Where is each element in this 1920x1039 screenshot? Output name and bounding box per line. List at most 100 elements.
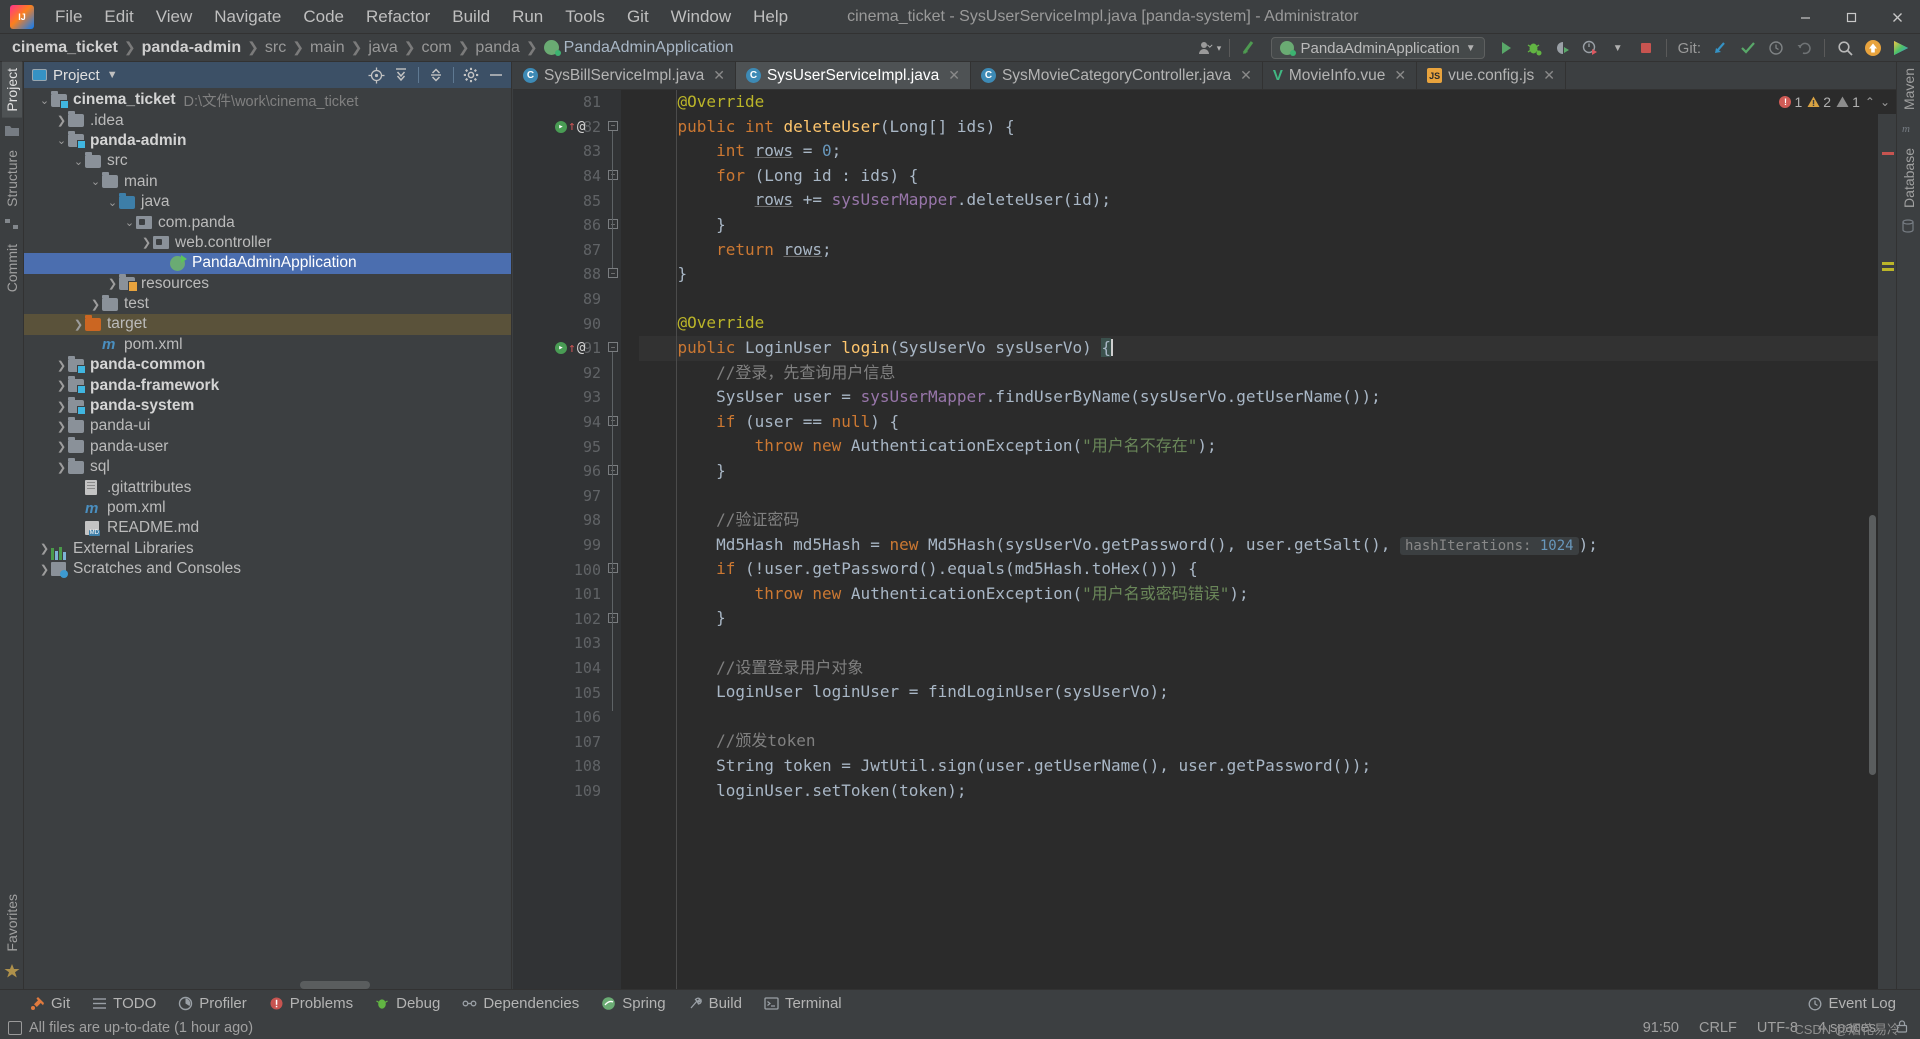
- gutter-line-108[interactable]: 108: [513, 754, 605, 779]
- chevron-up-icon[interactable]: ⌃: [1865, 95, 1875, 109]
- fold-column[interactable]: − − − − − − − − −: [605, 90, 621, 989]
- editor-tab-bar[interactable]: C SysBillServiceImpl.java ✕ C SysUserService…: [513, 62, 1896, 90]
- tree-node-test[interactable]: ❯ test: [24, 294, 511, 314]
- debug-icon[interactable]: [1521, 36, 1547, 60]
- expand-all-icon[interactable]: [390, 65, 412, 85]
- profile-icon[interactable]: [1577, 36, 1603, 60]
- file-encoding[interactable]: UTF-8: [1757, 1020, 1798, 1036]
- tree-node-target[interactable]: ❯ target: [24, 314, 511, 335]
- code-text[interactable]: @Override public int deleteUser(Long[] i…: [621, 90, 1896, 989]
- code-line-108[interactable]: String token = JwtUtil.sign(user.getUser…: [639, 754, 1896, 779]
- gutter-line-82[interactable]: ▸ ↑ @82: [513, 115, 605, 140]
- fold-collapse-icon[interactable]: −: [608, 342, 618, 352]
- breadcrumb-cinema-ticket[interactable]: cinema_ticket: [8, 37, 122, 59]
- code-line-83[interactable]: int rows = 0;: [639, 139, 1896, 164]
- tree-toggle-arrow[interactable]: ❯: [38, 542, 51, 555]
- tree-toggle-arrow[interactable]: ❯: [140, 236, 153, 249]
- git-history-icon[interactable]: [1763, 36, 1789, 60]
- annotation-icon[interactable]: @: [577, 340, 585, 356]
- run-method-icon[interactable]: ▸: [555, 342, 567, 355]
- tree-node-sql[interactable]: ❯ sql: [24, 457, 511, 477]
- locate-icon[interactable]: [365, 65, 387, 85]
- tree-node-main[interactable]: ⌄ main: [24, 172, 511, 192]
- tool-window-debug[interactable]: Debug: [365, 992, 450, 1015]
- breadcrumb-src[interactable]: src: [261, 37, 290, 59]
- override-arrow-icon[interactable]: ↑: [568, 341, 576, 356]
- update-project-icon[interactable]: [1237, 36, 1263, 60]
- tool-window-dependencies[interactable]: Dependencies: [452, 992, 589, 1015]
- tree-toggle-arrow[interactable]: ❯: [55, 114, 68, 127]
- gutter-line-83[interactable]: 83: [513, 139, 605, 164]
- code-line-91[interactable]: public LoginUser login(SysUserVo sysUser…: [639, 335, 1896, 361]
- tree-node-panda-user[interactable]: ❯ panda-user: [24, 437, 511, 457]
- tree-toggle-arrow[interactable]: ❯: [89, 298, 102, 311]
- run-with-coverage-icon[interactable]: [1549, 36, 1575, 60]
- editor-tab-sysbillserviceimpl-java[interactable]: C SysBillServiceImpl.java ✕: [513, 62, 736, 89]
- fold-collapse-icon[interactable]: −: [608, 169, 618, 180]
- hide-panel-icon[interactable]: [485, 65, 507, 85]
- code-line-97[interactable]: [639, 484, 1896, 509]
- gutter-line-86[interactable]: 86: [513, 213, 605, 238]
- code-line-96[interactable]: }: [639, 459, 1896, 484]
- settings-gear-icon[interactable]: [460, 65, 482, 85]
- gutter-line-97[interactable]: 97: [513, 484, 605, 509]
- ide-feature-icon[interactable]: [1888, 36, 1914, 60]
- gutter-line-99[interactable]: 99: [513, 533, 605, 558]
- editor-vertical-scrollbar[interactable]: [1869, 515, 1876, 775]
- close-tab-icon[interactable]: ✕: [713, 67, 725, 84]
- star-icon[interactable]: [4, 963, 20, 979]
- breadcrumb-main[interactable]: main: [306, 37, 349, 59]
- caret-position[interactable]: 91:50: [1643, 1020, 1679, 1036]
- tree-node-pom-xml[interactable]: ❯mpom.xml: [24, 498, 511, 518]
- warning-marker[interactable]: [1882, 268, 1894, 271]
- fold-end-icon[interactable]: −: [608, 465, 618, 475]
- error-marker[interactable]: [1882, 152, 1894, 155]
- sidebar-tab-project[interactable]: Project: [1, 62, 22, 118]
- code-line-93[interactable]: SysUser user = sysUserMapper.findUserByN…: [639, 385, 1896, 410]
- gutter-line-109[interactable]: 109: [513, 779, 605, 804]
- code-line-109[interactable]: loginUser.setToken(token);: [639, 779, 1896, 804]
- close-tab-icon[interactable]: ✕: [1240, 67, 1252, 84]
- fold-collapse-icon[interactable]: −: [608, 563, 618, 574]
- code-line-95[interactable]: throw new AuthenticationException("用户名不存…: [639, 434, 1896, 459]
- tree-node-web-controller[interactable]: ❯ web.controller: [24, 233, 511, 253]
- tree-toggle-arrow[interactable]: ❯: [38, 563, 51, 576]
- gutter-line-89[interactable]: 89: [513, 287, 605, 312]
- gutter-markers[interactable]: ▸ ↑ @: [555, 119, 585, 135]
- tree-toggle-arrow[interactable]: ❯: [55, 420, 68, 433]
- folder-icon[interactable]: [4, 123, 20, 139]
- editor-gutter[interactable]: 81 ▸ ↑ @82 83 84 85 86 87 88 89 90 ▸ ↑ @91 92 93 94 95 96 97…: [513, 90, 605, 989]
- menu-build[interactable]: Build: [441, 3, 501, 31]
- stop-icon[interactable]: [1633, 36, 1659, 60]
- tree-node-panda-framework[interactable]: ❯ panda-framework: [24, 375, 511, 395]
- code-line-104[interactable]: //设置登录用户对象: [639, 656, 1896, 681]
- code-line-103[interactable]: [639, 631, 1896, 656]
- git-commit-icon[interactable]: [1735, 36, 1761, 60]
- search-everywhere-icon[interactable]: [1832, 36, 1858, 60]
- code-line-101[interactable]: throw new AuthenticationException("用户名或密…: [639, 582, 1896, 607]
- close-tab-icon[interactable]: ✕: [1543, 67, 1555, 84]
- tree-node--idea[interactable]: ❯ .idea: [24, 110, 511, 130]
- tree-node-external-libraries[interactable]: ❯ External Libraries: [24, 539, 511, 560]
- tree-node-panda-system[interactable]: ❯ panda-system: [24, 396, 511, 416]
- tree-toggle-arrow[interactable]: ⌄: [106, 196, 119, 209]
- menu-tools[interactable]: Tools: [554, 3, 616, 31]
- fold-end-icon[interactable]: −: [608, 268, 618, 279]
- tree-toggle-arrow[interactable]: ⌄: [72, 155, 85, 168]
- gutter-line-92[interactable]: 92: [513, 361, 605, 386]
- gutter-line-88[interactable]: 88: [513, 262, 605, 287]
- menu-window[interactable]: Window: [660, 3, 742, 31]
- minimize-button[interactable]: [1782, 0, 1828, 34]
- override-arrow-icon[interactable]: ↑: [568, 119, 576, 134]
- tree-node-java[interactable]: ⌄ java: [24, 192, 511, 212]
- menu-run[interactable]: Run: [501, 3, 554, 31]
- tree-node-resources[interactable]: ❯ resources: [24, 274, 511, 294]
- menu-help[interactable]: Help: [742, 3, 799, 31]
- code-line-107[interactable]: //颁发token: [639, 729, 1896, 754]
- tool-window-profiler[interactable]: Profiler: [168, 992, 257, 1015]
- gutter-line-81[interactable]: 81: [513, 90, 605, 115]
- menu-code[interactable]: Code: [292, 3, 355, 31]
- tree-toggle-arrow[interactable]: ❯: [55, 359, 68, 372]
- tree-node-panda-admin[interactable]: ⌄ panda-admin: [24, 131, 511, 151]
- tree-toggle-arrow[interactable]: ❯: [55, 461, 68, 474]
